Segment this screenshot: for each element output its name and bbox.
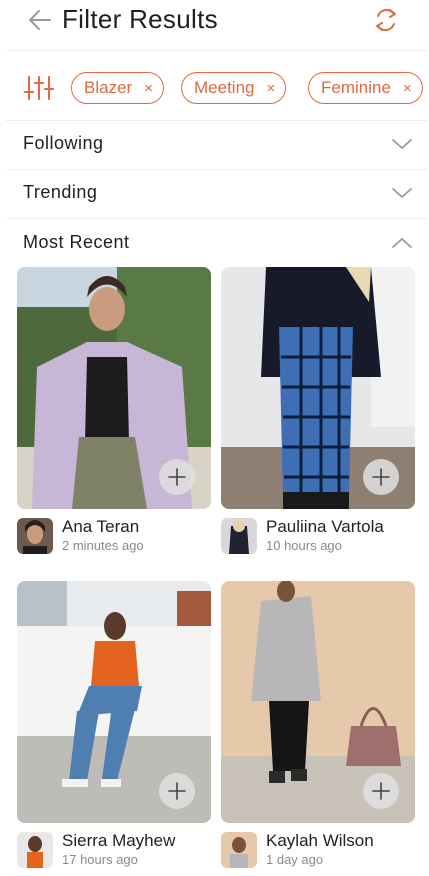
plus-icon <box>168 782 186 800</box>
chip-label: Feminine <box>321 78 391 97</box>
post-image[interactable] <box>221 581 415 823</box>
author-name: Pauliina Vartola <box>266 517 384 536</box>
header: Filter Results <box>0 0 429 42</box>
refresh-icon[interactable] <box>370 4 402 36</box>
filter-chips-row: Blazer × Meeting × Feminine × <box>0 66 429 110</box>
plus-icon <box>372 782 390 800</box>
add-button[interactable] <box>159 773 195 809</box>
post-timestamp: 2 minutes ago <box>62 538 144 553</box>
section-trending[interactable]: Trending <box>0 169 429 217</box>
close-icon[interactable]: × <box>144 80 153 97</box>
post-image[interactable] <box>17 581 211 823</box>
post-image[interactable] <box>221 267 415 509</box>
page-title: Filter Results <box>62 4 218 34</box>
chevron-down-icon <box>392 188 412 198</box>
plus-icon <box>168 468 186 486</box>
section-most-recent[interactable]: Most Recent <box>0 219 429 267</box>
avatar <box>221 518 257 554</box>
section-following[interactable]: Following <box>0 120 429 168</box>
close-icon[interactable]: × <box>266 80 275 97</box>
filter-chip-feminine[interactable]: Feminine × <box>308 72 423 104</box>
plus-icon <box>372 468 390 486</box>
add-button[interactable] <box>159 459 195 495</box>
post-timestamp: 10 hours ago <box>266 538 342 553</box>
chevron-up-icon <box>392 238 412 248</box>
add-button[interactable] <box>363 459 399 495</box>
post-timestamp: 1 day ago <box>266 852 324 867</box>
post-author[interactable]: Sierra Mayhew 17 hours ago <box>17 828 217 872</box>
close-icon[interactable]: × <box>403 80 412 97</box>
section-label: Following <box>23 133 104 153</box>
post-author[interactable]: Ana Teran 2 minutes ago <box>17 514 217 558</box>
post-timestamp: 17 hours ago <box>62 852 138 867</box>
avatar <box>17 518 53 554</box>
post-author[interactable]: Kaylah Wilson 1 day ago <box>221 828 421 872</box>
avatar <box>221 832 257 868</box>
chip-label: Meeting <box>194 78 255 97</box>
filter-chip-blazer[interactable]: Blazer × <box>71 72 164 104</box>
author-name: Kaylah Wilson <box>266 831 374 850</box>
section-label: Trending <box>23 182 98 202</box>
arrow-left-icon[interactable] <box>26 6 54 34</box>
avatar <box>17 832 53 868</box>
author-name: Ana Teran <box>62 517 140 536</box>
sliders-icon[interactable] <box>24 74 54 102</box>
chip-label: Blazer <box>84 78 133 97</box>
post-image[interactable] <box>17 267 211 509</box>
section-label: Most Recent <box>23 232 130 252</box>
add-button[interactable] <box>363 773 399 809</box>
author-name: Sierra Mayhew <box>62 831 176 850</box>
chevron-down-icon <box>392 139 412 149</box>
filter-chip-meeting[interactable]: Meeting × <box>181 72 287 104</box>
divider <box>6 50 427 51</box>
post-author[interactable]: Pauliina Vartola 10 hours ago <box>221 514 421 558</box>
